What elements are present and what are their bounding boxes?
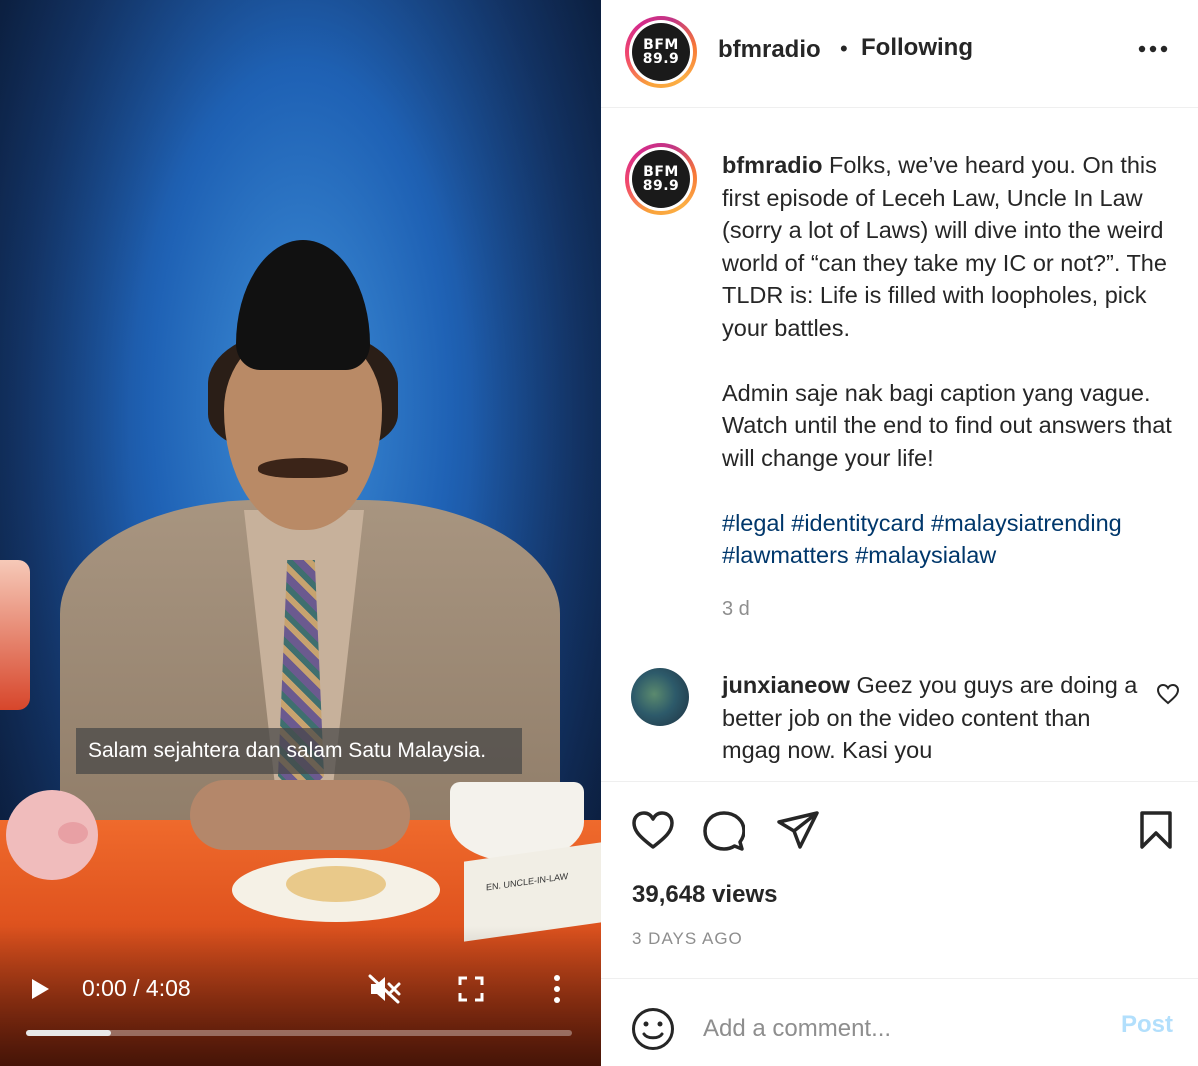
logo-line-1: BFM (643, 164, 679, 180)
post-caption: bfmradio Folks, we’ve heard you. On this… (722, 149, 1182, 572)
play-icon[interactable] (30, 978, 50, 1000)
video-person-hands (190, 780, 410, 850)
video-plate-food (286, 866, 386, 902)
bookmark-icon[interactable] (1139, 810, 1173, 850)
emoji-smiley-icon[interactable] (631, 1007, 675, 1051)
like-heart-icon[interactable] (631, 810, 675, 850)
comment-input[interactable] (703, 1009, 1103, 1049)
comment-like-icon[interactable] (1156, 683, 1180, 705)
comments-section[interactable]: BFM 89.9 bfmradio Folks, we’ve heard you… (601, 109, 1198, 781)
comment-bubble-icon[interactable] (703, 810, 745, 852)
post-actions: 39,648 views 3 DAYS AGO (601, 781, 1198, 978)
post-panel: BFM 89.9 bfmradio • Following BFM 89.9 b… (601, 0, 1198, 1066)
video-left-prop (0, 560, 30, 710)
muted-speaker-icon[interactable] (368, 974, 402, 1004)
more-options-icon[interactable] (1138, 44, 1168, 54)
caption-timestamp: 3 d (722, 598, 750, 620)
caption-username[interactable]: bfmradio (722, 152, 823, 178)
view-count[interactable]: 39,648 views (632, 881, 777, 909)
video-progress-fill (26, 1030, 111, 1036)
comment-composer: Post (601, 978, 1198, 1066)
comment-username[interactable]: junxianeow (722, 672, 850, 698)
share-send-icon[interactable] (776, 810, 820, 850)
comment-item: junxianeow Geez you guys are doing a bet… (722, 669, 1142, 767)
fullscreen-icon[interactable] (458, 976, 484, 1002)
post-date: 3 DAYS AGO (632, 929, 743, 948)
video-controls: 0:00 / 4:08 (0, 962, 601, 1016)
following-button[interactable]: Following (861, 34, 973, 62)
video-person-mustache (258, 458, 348, 478)
bfm-logo: BFM 89.9 (632, 23, 690, 81)
commenter-avatar[interactable] (631, 668, 689, 726)
post-header: BFM 89.9 bfmradio • Following (601, 0, 1198, 108)
caption-avatar[interactable]: BFM 89.9 (625, 143, 697, 215)
header-separator: • (840, 36, 848, 61)
video-piggy-snout (58, 822, 88, 844)
logo-line-2: 89.9 (642, 178, 680, 194)
logo-line-2: 89.9 (642, 51, 680, 67)
caption-body: Folks, we’ve heard you. On this first ep… (722, 152, 1172, 471)
more-options-vertical-icon[interactable] (548, 974, 566, 1004)
bfm-logo: BFM 89.9 (632, 150, 690, 208)
header-username[interactable]: bfmradio (718, 36, 821, 64)
post-comment-button[interactable]: Post (1121, 1011, 1173, 1039)
caption-hashtags[interactable]: #legal #identitycard #malaysiatrending #… (722, 510, 1128, 569)
video-player[interactable]: EN. UNCLE-IN-LAW Salam sejahtera dan sal… (0, 0, 601, 1066)
header-avatar[interactable]: BFM 89.9 (625, 16, 697, 88)
video-time: 0:00 / 4:08 (82, 975, 191, 1001)
video-subtitle: Salam sejahtera dan salam Satu Malaysia. (76, 728, 522, 774)
video-progress-bar[interactable] (26, 1030, 572, 1036)
logo-line-1: BFM (643, 37, 679, 53)
